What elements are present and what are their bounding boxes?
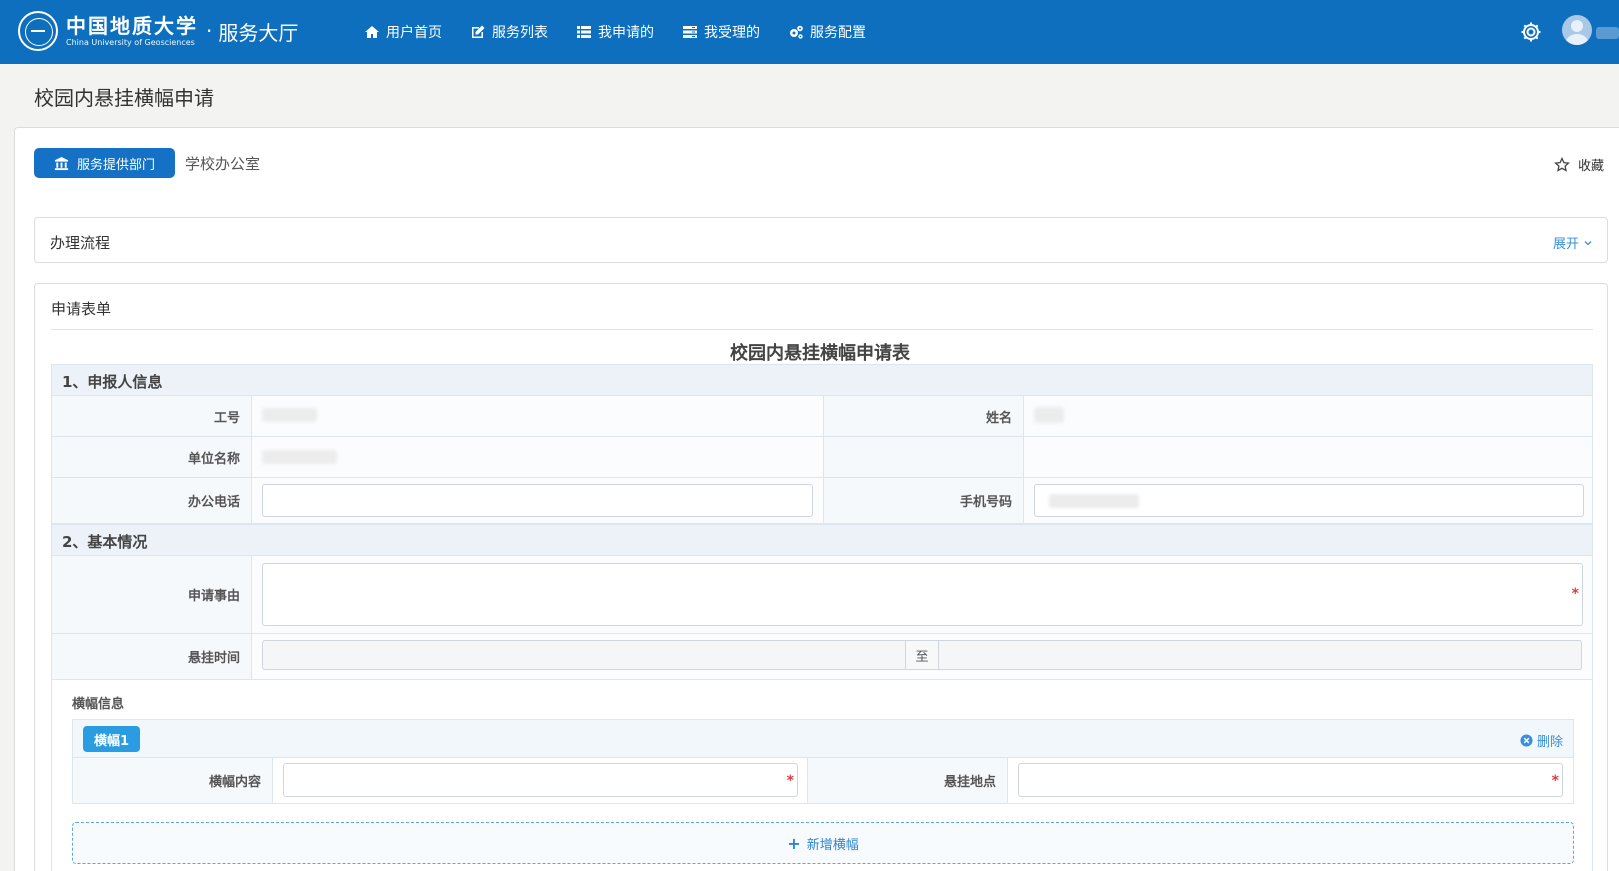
nav-service-list[interactable]: 服务列表 — [470, 22, 548, 42]
start-time-input[interactable] — [262, 640, 906, 670]
service-dept-button[interactable]: 服务提供部门 — [34, 148, 175, 178]
banner-tag: 横幅1 — [83, 726, 140, 752]
banner-content-cell: * — [273, 758, 807, 803]
form-card-title: 申请表单 — [51, 300, 112, 318]
delete-label: 删除 — [1536, 735, 1563, 750]
banner-content-label: 横幅内容 — [73, 758, 273, 803]
logo-separator: · — [206, 19, 213, 43]
service-hall-title: 服务大厅 — [218, 20, 299, 45]
banner-item: 横幅1 删除 横幅内容 * 悬挂地点 * — [72, 719, 1574, 804]
office-phone-input[interactable] — [262, 484, 813, 517]
process-title: 办理流程 — [50, 234, 111, 252]
add-banner-label: 新增横幅 — [806, 837, 859, 853]
university-seal-icon — [18, 11, 58, 51]
required-mark: * — [1571, 586, 1579, 602]
process-expand-toggle[interactable]: 展开 — [1553, 233, 1593, 252]
list-icon — [576, 24, 592, 40]
nav-user-home[interactable]: 用户首页 — [364, 22, 442, 42]
name-label: 姓名 — [824, 396, 1024, 436]
section-applicant-info: 1、申报人信息 — [51, 364, 1593, 396]
process-panel: 办理流程 展开 — [34, 217, 1608, 263]
user-name-blurred[interactable] — [1596, 27, 1619, 39]
logo-text: 中国地质大学 China University of Geosciences — [66, 14, 198, 48]
university-logo[interactable]: 中国地质大学 China University of Geosciences ·… — [18, 11, 298, 51]
nav-label: 服务列表 — [492, 25, 548, 41]
time-separator: 至 — [906, 640, 938, 670]
row-reason: 申请事由 * — [51, 556, 1593, 634]
nav-my-applications[interactable]: 我申请的 — [576, 22, 654, 42]
row-hang-time: 悬挂时间 至 — [51, 634, 1593, 680]
required-mark: * — [786, 773, 794, 789]
reason-textarea[interactable]: * — [262, 563, 1583, 626]
cogs-icon — [788, 24, 804, 40]
office-phone-cell — [252, 478, 823, 523]
main-nav: 用户首页 服务列表 我申请的 我受理的 服务配置 — [364, 0, 894, 64]
bank-icon — [54, 156, 69, 170]
form-title: 校园内悬挂横幅申请表 — [730, 343, 910, 364]
work-id-blurred — [262, 408, 317, 422]
required-mark: * — [1551, 773, 1559, 789]
mobile-cell — [1024, 478, 1592, 523]
nav-my-handled[interactable]: 我受理的 — [682, 22, 760, 42]
star-icon — [1554, 156, 1570, 172]
dept-button-label: 服务提供部门 — [76, 157, 155, 173]
nav-label: 用户首页 — [386, 25, 442, 41]
unit-blurred — [262, 450, 337, 464]
logo-en-name: China University of Geosciences — [66, 38, 195, 47]
unit-value — [252, 437, 823, 477]
dept-name: 学校办公室 — [185, 155, 261, 173]
expand-label: 展开 — [1552, 237, 1579, 252]
nav-label: 我申请的 — [598, 25, 654, 41]
plus-icon: + — [787, 833, 801, 853]
row-phones: 办公电话 手机号码 — [51, 478, 1593, 524]
banner-content-input[interactable]: * — [283, 763, 798, 797]
edit-icon — [470, 24, 486, 40]
unit-label: 单位名称 — [52, 437, 252, 477]
add-banner-button[interactable]: + 新增横幅 — [72, 822, 1574, 864]
favorite-label: 收藏 — [1578, 159, 1605, 174]
chevron-down-icon — [1584, 240, 1592, 245]
banner-location-cell: * — [1008, 758, 1573, 803]
work-id-value — [252, 396, 823, 436]
mobile-label: 手机号码 — [824, 478, 1024, 523]
work-id-label: 工号 — [52, 396, 252, 436]
row-unit: 单位名称 — [51, 437, 1593, 478]
form-card-divider — [51, 329, 1593, 330]
row-workid-name: 工号 姓名 — [51, 396, 1593, 437]
name-value — [1024, 396, 1592, 436]
banner-info-label: 横幅信息 — [72, 697, 125, 712]
time-label: 悬挂时间 — [52, 634, 252, 679]
nav-label: 服务配置 — [810, 25, 866, 41]
nav-service-config[interactable]: 服务配置 — [788, 22, 866, 42]
section-basic-info: 2、基本情况 — [51, 524, 1593, 556]
empty-value — [1024, 437, 1592, 477]
nav-label: 我受理的 — [704, 25, 760, 41]
reason-label: 申请事由 — [52, 556, 252, 633]
delete-banner-button[interactable]: 删除 — [1520, 731, 1563, 750]
banner-location-label: 悬挂地点 — [808, 758, 1008, 803]
end-time-input[interactable] — [938, 640, 1582, 670]
close-circle-icon — [1520, 734, 1533, 747]
reason-cell: * — [252, 556, 1592, 633]
settings-gear-icon[interactable] — [1519, 20, 1543, 44]
name-blurred — [1034, 407, 1064, 423]
top-bar: 中国地质大学 China University of Geosciences ·… — [0, 0, 1619, 64]
office-phone-label: 办公电话 — [52, 478, 252, 523]
logo-cn-name: 中国地质大学 — [66, 14, 198, 38]
page-title: 校园内悬挂横幅申请 — [34, 86, 214, 110]
favorite-button[interactable]: 收藏 — [1554, 155, 1604, 174]
user-avatar[interactable] — [1562, 15, 1592, 45]
banner-location-input[interactable]: * — [1018, 763, 1563, 797]
mobile-input[interactable] — [1034, 484, 1584, 517]
time-cell: 至 — [252, 634, 1592, 679]
tasks-icon — [682, 24, 698, 40]
empty-label — [824, 437, 1024, 477]
banner-item-header: 横幅1 删除 — [73, 720, 1573, 758]
mobile-blurred — [1049, 494, 1139, 508]
home-icon — [364, 24, 380, 40]
